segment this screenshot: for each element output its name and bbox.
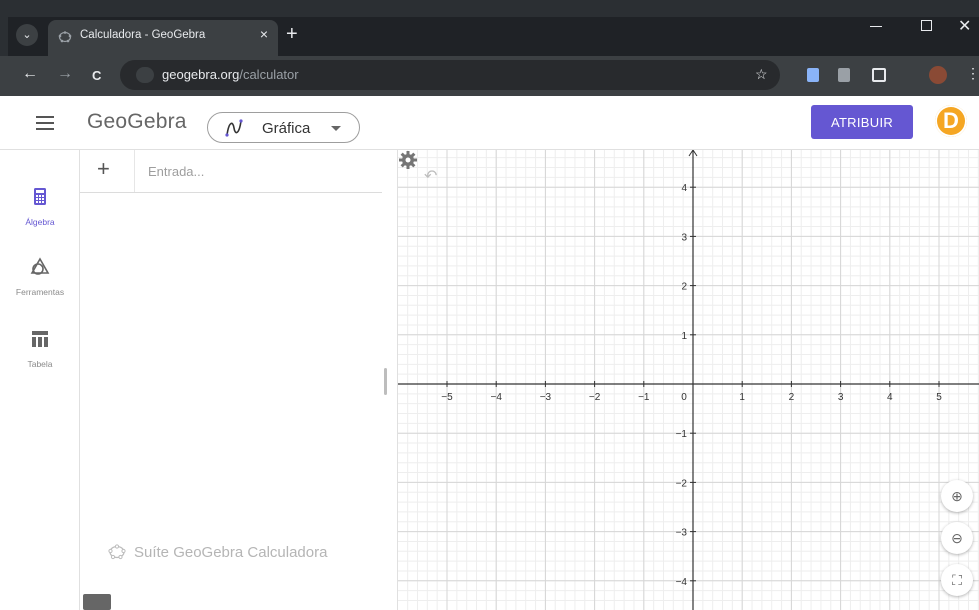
assign-button[interactable]: ATRIBUIR — [811, 105, 913, 139]
y-tick-label: −1 — [676, 429, 688, 440]
graphics-view[interactable]: −5 −4 −3 −2 −1 0 1 2 3 4 5 4 3 2 1 −1 −2 −3 −4 ↶ ⊕ ⊖ ⛶ — [397, 150, 979, 610]
x-tick-label: 0 — [681, 392, 687, 403]
settings-gear-icon[interactable] — [398, 150, 418, 170]
side-navigation: Álgebra Ferramentas Tabela — [0, 150, 80, 610]
x-tick-label: −2 — [589, 392, 601, 403]
zoom-out-button[interactable]: ⊖ — [941, 522, 973, 554]
tools-icon — [30, 257, 50, 275]
suite-label: Suíte GeoGebra Calculadora — [134, 544, 328, 561]
app-selector-label: Gráfica — [262, 120, 311, 137]
algebra-input-row: + — [80, 150, 382, 193]
sidebar-item-label: Ferramentas — [15, 287, 65, 297]
resize-handle[interactable] — [384, 368, 387, 395]
url-host: geogebra.org — [162, 67, 240, 82]
table-icon — [32, 331, 48, 347]
suite-link[interactable]: Suíte GeoGebra Calculadora — [108, 544, 327, 561]
x-tick-label: 4 — [887, 392, 893, 403]
address-bar[interactable]: geogebra.org/calculator — [120, 60, 780, 90]
profile-avatar[interactable] — [929, 66, 947, 84]
browser-tab-bar: ⌄ Calculadora - GeoGebra × + ✕ — [0, 0, 979, 56]
extension-docs-icon[interactable] — [807, 68, 819, 82]
divider — [134, 150, 135, 192]
y-tick-label: 2 — [681, 282, 687, 293]
user-avatar[interactable]: D — [935, 105, 967, 137]
y-tick-label: −3 — [676, 528, 688, 539]
site-settings-icon[interactable] — [136, 67, 154, 83]
zoom-in-button[interactable]: ⊕ — [941, 480, 973, 512]
window-minimize-button[interactable] — [870, 26, 882, 27]
tab-title: Calculadora - GeoGebra — [80, 29, 206, 41]
sidebar-item-algebra[interactable]: Álgebra — [0, 186, 80, 227]
app-selector[interactable]: Gráfica — [207, 112, 360, 143]
tab-search-icon[interactable]: ⌄ — [16, 24, 38, 46]
y-tick-label: −4 — [676, 577, 688, 588]
url-path: /calculator — [239, 67, 299, 82]
x-tick-label: −5 — [441, 392, 453, 403]
browser-toolbar: ← → C geogebra.org/calculator ☆ ⋮ — [0, 56, 979, 96]
sidebar-item-table[interactable]: Tabela — [0, 328, 80, 369]
calculator-icon — [34, 188, 46, 205]
y-tick-label: 1 — [681, 331, 687, 342]
url-text: geogebra.org/calculator — [162, 67, 299, 82]
x-tick-label: 1 — [739, 392, 745, 403]
window-maximize-button[interactable] — [921, 20, 932, 31]
x-tick-label: 5 — [936, 392, 942, 403]
new-tab-button[interactable]: + — [286, 24, 298, 44]
x-tick-label: −3 — [540, 392, 552, 403]
x-tick-label: −4 — [490, 392, 502, 403]
browser-tab[interactable]: Calculadora - GeoGebra × — [48, 20, 278, 56]
algebra-input[interactable] — [146, 159, 370, 183]
geogebra-logo: GeoGebra — [87, 110, 187, 133]
chevron-down-icon — [331, 126, 341, 131]
coordinate-grid[interactable]: −5 −4 −3 −2 −1 0 1 2 3 4 5 4 3 2 1 −1 −2 −3 −4 — [398, 150, 979, 610]
app-header: GeoGebra Gráfica ATRIBUIR D — [0, 96, 979, 150]
back-arrow-icon[interactable]: ← — [22, 66, 38, 82]
undo-icon[interactable]: ↶ — [424, 166, 437, 186]
fullscreen-button[interactable]: ⛶ — [941, 564, 973, 596]
extensions-puzzle-icon[interactable] — [872, 68, 886, 82]
x-tick-label: −1 — [638, 392, 650, 403]
geogebra-favicon-icon — [58, 31, 72, 43]
reload-icon[interactable]: C — [92, 68, 101, 84]
y-tick-label: 3 — [681, 232, 687, 243]
sidebar-item-tools[interactable]: Ferramentas — [0, 256, 80, 297]
keyboard-toggle-icon[interactable] — [83, 594, 111, 610]
sidebar-item-label: Tabela — [27, 359, 53, 369]
add-item-button[interactable]: + — [97, 158, 110, 180]
y-tick-label: 4 — [681, 183, 687, 194]
algebra-view: + Suíte GeoGebra Calculadora — [80, 150, 397, 610]
bookmark-star-icon[interactable]: ☆ — [755, 66, 768, 83]
browser-menu-icon[interactable]: ⋮ — [966, 65, 979, 82]
hamburger-menu-icon[interactable] — [36, 116, 54, 130]
y-tick-label: −2 — [676, 478, 688, 489]
x-tick-label: 3 — [838, 392, 844, 403]
extension-icon[interactable] — [838, 68, 850, 82]
x-tick-label: 2 — [789, 392, 795, 403]
tab-close-icon[interactable]: × — [260, 26, 268, 42]
graphing-icon — [225, 119, 243, 137]
sidebar-item-label: Álgebra — [25, 217, 55, 227]
geogebra-suite-icon — [108, 544, 126, 560]
window-close-button[interactable]: ✕ — [958, 16, 971, 36]
forward-arrow-icon[interactable]: → — [57, 66, 73, 82]
